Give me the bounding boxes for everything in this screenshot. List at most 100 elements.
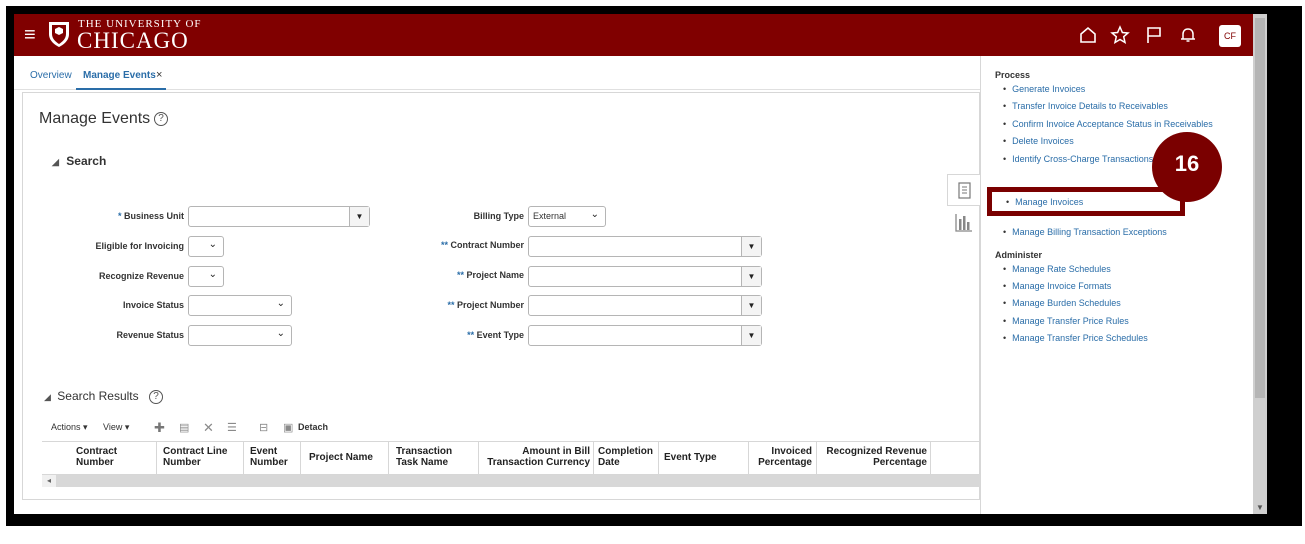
- link-transfer-invoice-details[interactable]: Transfer Invoice Details to Receivables: [1003, 101, 1168, 111]
- dropdown-arrow-icon[interactable]: ▼: [741, 326, 761, 345]
- billing-type-value: External: [533, 211, 567, 221]
- business-unit-input[interactable]: ▼: [188, 206, 370, 227]
- tab-manage-events[interactable]: Manage Events: [83, 70, 156, 81]
- col-contract-line-number[interactable]: Contract Line Number: [163, 446, 227, 468]
- freeze-icon[interactable]: ⊟: [259, 421, 268, 434]
- project-name-input[interactable]: ▼: [528, 266, 762, 287]
- col-amount-in-bill[interactable]: Amount in Bill Transaction Currency: [482, 446, 590, 468]
- horizontal-scrollbar[interactable]: ◂: [42, 475, 980, 487]
- dropdown-arrow-icon[interactable]: ▼: [741, 296, 761, 315]
- scroll-left-icon[interactable]: ◂: [42, 475, 56, 487]
- actions-menu[interactable]: Actions ▾: [51, 422, 88, 433]
- tasks-panel-tab[interactable]: [947, 174, 980, 206]
- recognize-revenue-label: Recognize Revenue: [98, 271, 184, 281]
- dropdown-arrow-icon[interactable]: ▼: [741, 267, 761, 286]
- chevron-down-icon: ⌄: [276, 328, 285, 339]
- project-number-input[interactable]: ▼: [528, 295, 762, 316]
- col-recognized-revenue-percentage[interactable]: Recognized Revenue Percentage: [820, 446, 927, 468]
- link-manage-transfer-price-schedules[interactable]: Manage Transfer Price Schedules: [1003, 333, 1148, 343]
- page-title: Manage Events: [39, 110, 151, 127]
- eligible-for-invoicing-label: Eligible for Invoicing: [95, 241, 184, 251]
- university-shield-icon: [49, 22, 69, 47]
- tab-overview[interactable]: Overview: [30, 70, 72, 81]
- link-identify-cross-charge[interactable]: Identify Cross-Charge Transactions: [1003, 154, 1153, 164]
- chevron-down-icon: ⌄: [590, 209, 599, 220]
- col-transaction-task-name[interactable]: Transaction Task Name: [396, 446, 452, 468]
- eligible-for-invoicing-select[interactable]: ⌄: [188, 236, 224, 257]
- contract-number-label: ** Contract Number: [440, 240, 524, 250]
- screenshot-frame: ≡ THE UNIVERSITY OF CHICAGO CF Overview …: [0, 0, 1305, 544]
- search-section-header[interactable]: ◢ Search: [52, 154, 106, 168]
- link-generate-invoices[interactable]: Generate Invoices: [1003, 84, 1085, 94]
- chevron-down-icon: ⌄: [276, 298, 285, 309]
- billing-type-select[interactable]: External ⌄: [528, 206, 606, 227]
- results-toolbar: Actions ▾ View ▾ ✚ ▤ ✕ ☰ ⊟ ▣ Detach: [51, 420, 451, 438]
- scrollbar-thumb[interactable]: [1255, 18, 1265, 398]
- chevron-down-icon: ⌄: [208, 269, 217, 280]
- user-avatar[interactable]: CF: [1219, 25, 1241, 47]
- event-type-label: ** Event Type: [467, 330, 524, 340]
- app-screen: ≡ THE UNIVERSITY OF CHICAGO CF Overview …: [14, 14, 1267, 514]
- help-icon[interactable]: ?: [149, 390, 163, 404]
- close-tab-icon[interactable]: ×: [156, 69, 162, 81]
- billing-type-label: Billing Type: [473, 211, 524, 221]
- link-manage-burden-schedules[interactable]: Manage Burden Schedules: [1003, 298, 1121, 308]
- link-delete-invoices[interactable]: Delete Invoices: [1003, 136, 1074, 146]
- col-completion-date[interactable]: Completion Date: [598, 446, 653, 468]
- collapse-triangle-icon: ◢: [44, 392, 51, 402]
- menu-icon[interactable]: ≡: [24, 25, 36, 45]
- highlight-box: Manage Invoices: [987, 187, 1185, 216]
- revenue-status-select[interactable]: ⌄: [188, 325, 292, 346]
- help-icon[interactable]: ?: [154, 112, 168, 126]
- process-section-title: Process: [995, 70, 1031, 80]
- project-number-label: ** Project Number: [447, 300, 524, 310]
- link-manage-rate-schedules[interactable]: Manage Rate Schedules: [1003, 264, 1111, 274]
- contract-number-input[interactable]: ▼: [528, 236, 762, 257]
- home-icon[interactable]: [1078, 25, 1098, 45]
- star-icon[interactable]: [1110, 25, 1130, 45]
- bell-icon[interactable]: [1178, 25, 1198, 45]
- invoice-status-select[interactable]: ⌄: [188, 295, 292, 316]
- column-divider: [816, 442, 817, 475]
- chevron-down-icon: ⌄: [208, 239, 217, 250]
- column-divider: [478, 442, 479, 475]
- link-manage-billing-exceptions[interactable]: Manage Billing Transaction Exceptions: [1003, 227, 1167, 237]
- flag-icon[interactable]: [1144, 25, 1164, 45]
- detach-icon[interactable]: ▣: [283, 421, 293, 434]
- col-contract-number[interactable]: Contract Number: [76, 446, 117, 468]
- detach-button[interactable]: Detach: [298, 422, 328, 432]
- column-divider: [243, 442, 244, 475]
- close-icon[interactable]: ✕: [203, 420, 214, 436]
- dropdown-arrow-icon[interactable]: ▼: [741, 237, 761, 256]
- analytics-panel-tab[interactable]: [947, 207, 980, 239]
- invoice-status-label: Invoice Status: [122, 300, 184, 310]
- col-project-name[interactable]: Project Name: [309, 452, 373, 463]
- view-menu[interactable]: View ▾: [103, 422, 129, 433]
- active-tab-indicator: [76, 88, 166, 90]
- dropdown-arrow-icon[interactable]: ▼: [349, 207, 369, 226]
- link-manage-invoices[interactable]: Manage Invoices: [1006, 197, 1083, 207]
- column-divider: [593, 442, 594, 475]
- edit-icon[interactable]: ☰: [227, 421, 237, 434]
- chart-icon: [955, 214, 972, 232]
- link-manage-transfer-price-rules[interactable]: Manage Transfer Price Rules: [1003, 316, 1129, 326]
- column-divider: [658, 442, 659, 475]
- add-icon[interactable]: ✚: [154, 420, 165, 436]
- global-header: ≡ THE UNIVERSITY OF CHICAGO CF: [14, 14, 1267, 56]
- main-content-region: [22, 92, 980, 500]
- search-results-header[interactable]: ◢ Search Results: [44, 389, 139, 403]
- scroll-down-icon[interactable]: ▼: [1256, 503, 1264, 512]
- delete-icon[interactable]: ▤: [179, 421, 189, 434]
- event-type-input[interactable]: ▼: [528, 325, 762, 346]
- search-section-title: Search: [66, 154, 107, 168]
- col-event-number[interactable]: Event Number: [250, 446, 288, 468]
- link-confirm-invoice-acceptance[interactable]: Confirm Invoice Acceptance Status in Rec…: [1003, 119, 1213, 129]
- col-invoiced-percentage[interactable]: Invoiced Percentage: [750, 446, 812, 468]
- recognize-revenue-select[interactable]: ⌄: [188, 266, 224, 287]
- col-event-type[interactable]: Event Type: [664, 452, 717, 463]
- column-divider: [300, 442, 301, 475]
- project-name-label: ** Project Name: [456, 270, 524, 280]
- vertical-scrollbar[interactable]: ▼: [1253, 14, 1267, 514]
- link-manage-invoice-formats[interactable]: Manage Invoice Formats: [1003, 281, 1111, 291]
- collapse-triangle-icon: ◢: [52, 157, 59, 167]
